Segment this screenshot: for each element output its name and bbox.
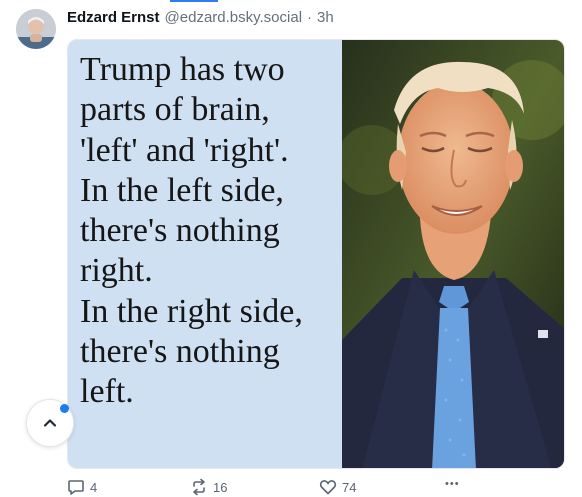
post-timestamp[interactable]: 3h <box>317 9 334 26</box>
more-options-button[interactable]: ••• <box>445 478 460 490</box>
reply-button[interactable]: 4 <box>67 478 97 496</box>
avatar[interactable] <box>16 9 56 49</box>
post-header: Edzard Ernst @edzard.bsky.social · 3h <box>67 9 334 26</box>
quote-line: parts of brain, <box>80 91 270 129</box>
author-handle[interactable]: @edzard.bsky.social <box>165 9 303 26</box>
speech-bubble-icon <box>68 480 84 495</box>
quote-line: In the right side, <box>80 292 303 330</box>
repost-arrows-icon <box>193 478 205 496</box>
quote-line: 'left' and 'right'. <box>80 131 289 169</box>
reply-count: 4 <box>90 479 98 495</box>
author-name[interactable]: Edzard Ernst <box>67 9 160 26</box>
quote-line: In the left side, <box>80 171 284 209</box>
repost-count: 16 <box>213 479 228 495</box>
quote-line: left. <box>80 373 134 411</box>
quote-line: right. <box>80 252 153 290</box>
quote-line: Trump has two <box>80 51 285 88</box>
post-image[interactable]: Trump has two parts of brain, 'left' and… <box>67 39 565 469</box>
ellipsis-icon: ••• <box>445 478 460 490</box>
quote-text-panel: Trump has two parts of brain, 'left' and… <box>68 40 342 468</box>
quote-line: there's nothing <box>80 333 280 371</box>
heart-icon <box>319 480 337 495</box>
portrait-illustration <box>342 40 564 468</box>
quote-line: there's nothing <box>80 212 280 250</box>
portrait-photo <box>342 40 564 468</box>
like-button[interactable]: 74 <box>319 478 356 496</box>
separator-dot: · <box>307 9 313 26</box>
active-tab-indicator <box>170 0 218 2</box>
avatar-image <box>16 9 56 49</box>
chevron-up-icon <box>43 419 57 427</box>
post-actions: 4 16 74 ••• <box>67 478 565 497</box>
like-count: 74 <box>342 479 357 495</box>
post-card[interactable]: Edzard Ernst @edzard.bsky.social · 3h Tr… <box>0 0 582 497</box>
repost-button[interactable]: 16 <box>190 478 227 496</box>
new-posts-dot <box>60 404 69 413</box>
